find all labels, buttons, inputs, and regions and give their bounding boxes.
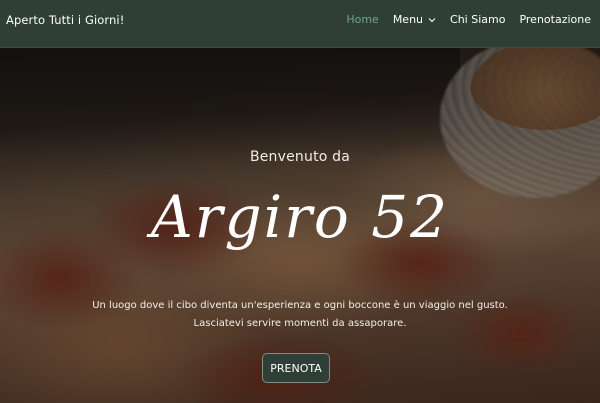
chevron-down-icon: [428, 17, 436, 22]
main-nav: Home Menu Chi Siamo Prenotazione: [332, 13, 591, 26]
prenota-button[interactable]: PRENOTA: [262, 353, 330, 383]
nav-menu-label: Menu: [392, 13, 424, 26]
welcome-text: Benvenuto da: [249, 149, 351, 165]
nav-home[interactable]: Home: [346, 13, 378, 26]
opening-hours-banner: Aperto Tutti i Giorni!: [6, 13, 125, 27]
nav-menu[interactable]: Menu: [393, 13, 436, 26]
restaurant-title: Argiro 52: [150, 183, 450, 251]
nav-home-label: Home: [346, 13, 379, 26]
nav-chi-siamo-label: Chi Siamo: [450, 13, 506, 26]
tagline-line-2: Lasciatevi servire momenti da assaporare…: [193, 318, 407, 329]
nav-chi-siamo[interactable]: Chi Siamo: [450, 13, 505, 26]
nav-prenotazione-label: Prenotazione: [519, 13, 591, 26]
nav-prenotazione[interactable]: Prenotazione: [519, 13, 591, 26]
hero-section: Benvenuto da Argiro 52 Un luogo dove il …: [0, 48, 600, 403]
tagline-line-1: Un luogo dove il cibo diventa un'esperie…: [92, 300, 508, 311]
site-header: Aperto Tutti i Giorni! Home Menu Chi Sia…: [0, 0, 600, 48]
